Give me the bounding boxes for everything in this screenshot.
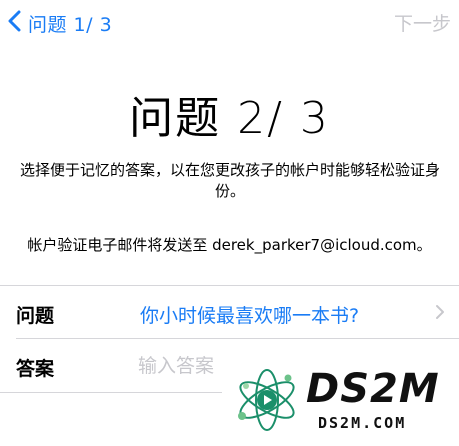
page-title: 问题 2/ 3 <box>129 93 330 144</box>
instructions-text: 选择便于记忆的答案，以在您更改孩子的帐户时能够轻松验证身份。 <box>19 161 440 200</box>
navigation-bar: 问题 1/ 3 下一步 <box>0 0 459 46</box>
chevron-right-icon <box>435 304 445 324</box>
watermark-brand: DS2M <box>306 366 440 412</box>
atom-logo-icon <box>232 358 302 444</box>
back-button[interactable]: 问题 1/ 3 <box>6 8 112 38</box>
back-button-label: 问题 1/ 3 <box>28 13 113 36</box>
question-row[interactable]: 问题 你小时候最喜欢哪一本书? <box>0 286 459 338</box>
question-label: 问题 <box>16 305 55 327</box>
answer-label: 答案 <box>16 358 55 380</box>
email-notice-text: 帐户验证电子邮件将发送至 derek_parker7@icloud.com。 <box>27 236 432 254</box>
next-button[interactable]: 下一步 <box>394 9 451 36</box>
watermark: DS2M DS2M.COM <box>222 352 459 446</box>
form-bottom-divider <box>0 392 222 393</box>
watermark-domain: DS2M.COM <box>318 414 407 432</box>
question-value: 你小时候最喜欢哪一本书? <box>140 305 360 327</box>
chevron-left-icon <box>6 10 24 36</box>
